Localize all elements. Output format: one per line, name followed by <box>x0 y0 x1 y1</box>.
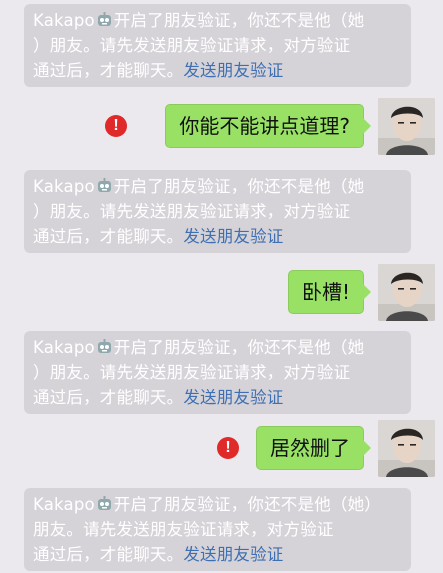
avatar-image <box>378 420 435 477</box>
robot-emoji-icon <box>97 339 111 353</box>
notice-line-3: 通过后，才能聊天。发送朋友验证 <box>33 224 403 249</box>
notice-line-3: 通过后，才能聊天。发送朋友验证 <box>33 58 403 83</box>
notice-line-3: 通过后，才能聊天。发送朋友验证 <box>33 542 403 567</box>
notice-text: 开启了朋友验证，你还不是他（她 <box>113 11 365 30</box>
notice-text: 通过后，才能聊天。 <box>33 61 184 80</box>
notice-line-2: ）朋友。请先发送朋友验证请求，对方验证 <box>33 36 351 55</box>
send-verification-link[interactable]: 发送朋友验证 <box>183 227 283 246</box>
robot-emoji-icon <box>97 178 111 192</box>
system-notice: Kakapo 开启了朋友验证，你还不是他（她 ）朋友。请先发送朋友验证请求，对方验… <box>24 170 411 253</box>
system-notice: Kakapo 开启了朋友验证，你还不是他（她） 朋友。请先发送朋友验证请求，对方验… <box>24 488 411 571</box>
notice-text: 开启了朋友验证，你还不是他（她 <box>113 177 365 196</box>
contact-name: Kakapo <box>33 495 95 514</box>
contact-name: Kakapo <box>33 338 95 357</box>
message-bubble[interactable]: 卧槽! <box>287 270 372 314</box>
send-failed-icon[interactable]: ! <box>217 437 239 459</box>
notice-line-1: Kakapo 开启了朋友验证，你还不是他（她） <box>33 492 403 517</box>
notice-line-1: Kakapo 开启了朋友验证，你还不是他（她 <box>33 335 403 360</box>
robot-emoji-icon <box>97 496 111 510</box>
notice-text: 通过后，才能聊天。 <box>33 388 184 407</box>
message-row: ! 卧槽! <box>240 264 435 324</box>
notice-line-3: 通过后，才能聊天。发送朋友验证 <box>33 385 403 410</box>
message-row: ! 居然删了 <box>217 420 435 480</box>
notice-line-2: 朋友。请先发送朋友验证请求，对方验证 <box>33 520 334 539</box>
message-bubble[interactable]: 居然删了 <box>256 426 371 470</box>
notice-text: 开启了朋友验证，你还不是他（她） <box>113 495 381 514</box>
message-bubble[interactable]: 你能不能讲点道理? <box>165 104 371 148</box>
notice-line-2: ）朋友。请先发送朋友验证请求，对方验证 <box>33 363 351 382</box>
notice-line-1: Kakapo 开启了朋友验证，你还不是他（她 <box>33 174 403 199</box>
user-avatar[interactable] <box>378 264 435 321</box>
user-avatar[interactable] <box>378 98 435 155</box>
avatar-image <box>378 98 435 155</box>
send-verification-link[interactable]: 发送朋友验证 <box>183 388 283 407</box>
send-verification-link[interactable]: 发送朋友验证 <box>183 61 283 80</box>
send-verification-link[interactable]: 发送朋友验证 <box>183 545 283 564</box>
send-failed-icon[interactable]: ! <box>105 115 127 137</box>
system-notice: Kakapo 开启了朋友验证，你还不是他（她 ）朋友。请先发送朋友验证请求，对方验… <box>24 4 411 87</box>
notice-line-2: ）朋友。请先发送朋友验证请求，对方验证 <box>33 202 351 221</box>
contact-name: Kakapo <box>33 11 95 30</box>
message-row: ! 你能不能讲点道理? <box>105 98 435 158</box>
notice-line-1: Kakapo 开启了朋友验证，你还不是他（她 <box>33 8 403 33</box>
notice-text: 开启了朋友验证，你还不是他（她 <box>113 338 365 357</box>
system-notice: Kakapo 开启了朋友验证，你还不是他（她 ）朋友。请先发送朋友验证请求，对方验… <box>24 331 411 414</box>
contact-name: Kakapo <box>33 177 95 196</box>
chat-view: Kakapo 开启了朋友验证，你还不是他（她 ）朋友。请先发送朋友验证请求，对方验… <box>0 0 443 573</box>
robot-emoji-icon <box>97 12 111 26</box>
avatar-image <box>378 264 435 321</box>
notice-text: 通过后，才能聊天。 <box>33 545 184 564</box>
notice-text: 通过后，才能聊天。 <box>33 227 184 246</box>
user-avatar[interactable] <box>378 420 435 477</box>
